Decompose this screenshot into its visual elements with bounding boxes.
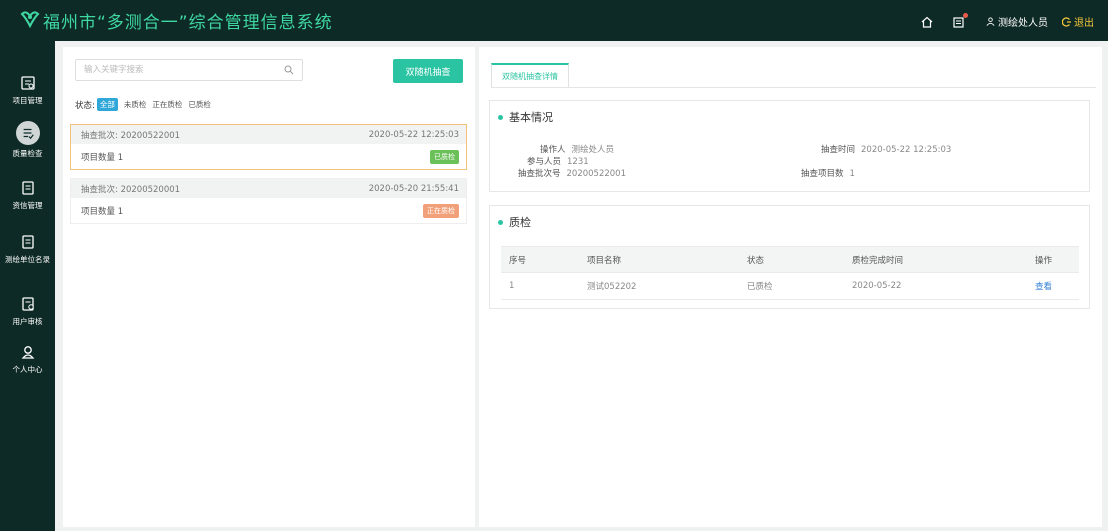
logout-icon xyxy=(1062,16,1071,27)
field-label: 抽查项目数 xyxy=(801,169,844,179)
filter-unchecked[interactable]: 未质检 xyxy=(124,99,147,110)
field-value: 1231 xyxy=(567,157,589,167)
batch-card[interactable]: 抽查批次: 20200522001 2020-05-22 12:25:03 项目… xyxy=(70,124,467,170)
sidebar-item-survey-units[interactable]: 测绘单位名录 xyxy=(0,234,55,265)
participants-field: 参与人员 1231 xyxy=(527,155,589,167)
status-badge: 正在质检 xyxy=(423,203,459,218)
table-header-row: 序号 项目名称 状态 质检完成时间 操作 xyxy=(501,246,1079,273)
user-menu[interactable]: 测绘处人员 xyxy=(986,14,1048,29)
project-count: 项目数量 1 xyxy=(81,152,124,163)
user-name: 测绘处人员 xyxy=(998,18,1048,29)
quality-title: 质检 xyxy=(498,214,531,230)
basic-info-section: 基本情况 操作人 测绘处人员 参与人员 1231 抽查批次号 20200522001 … xyxy=(489,100,1090,192)
filter-checking[interactable]: 正在质检 xyxy=(152,99,182,110)
batch-number-field: 抽查批次号 20200522001 xyxy=(518,167,626,179)
project-count-field: 抽查项目数 1 xyxy=(801,167,855,179)
sidebar-item-project[interactable]: 项目管理 xyxy=(0,75,55,106)
sidebar-item-personal[interactable]: 个人中心 xyxy=(0,344,55,375)
sidebar-item-quality-check[interactable]: 质量检查 xyxy=(0,121,55,159)
quality-section: 质检 序号 项目名称 状态 质检完成时间 操作 1 测试052202 已质检 2… xyxy=(489,205,1090,309)
bullet-dot xyxy=(498,219,503,225)
detail-panel: 双随机抽查详情 基本情况 操作人 测绘处人员 参与人员 1231 抽查批次号 2020… xyxy=(479,47,1102,527)
random-check-button[interactable]: 双随机抽查 xyxy=(393,59,463,83)
field-label: 抽查批次号 xyxy=(518,169,561,179)
user-icon xyxy=(986,17,995,26)
home-icon[interactable] xyxy=(920,15,934,29)
field-value: 1 xyxy=(849,169,855,179)
search-icon[interactable] xyxy=(284,65,294,75)
checklist-icon xyxy=(23,128,34,140)
col-time: 质检完成时间 xyxy=(844,246,1027,273)
status-badge: 已质检 xyxy=(430,149,459,164)
top-bar: 福州市“多测合一”综合管理信息系统 测绘处人员 退出 xyxy=(0,0,1108,41)
batch-number: 抽查批次: 20200522001 xyxy=(81,130,181,141)
sidebar: 项目管理 质量检查 资信管理 测绘单位名录 用户审核 个人中心 xyxy=(0,41,55,531)
document-icon xyxy=(21,181,34,195)
document-icon xyxy=(21,235,34,249)
user-icon xyxy=(21,346,34,359)
message-icon[interactable] xyxy=(952,12,968,29)
operator-field: 操作人 测绘处人员 xyxy=(540,143,614,155)
field-value: 测绘处人员 xyxy=(571,145,615,155)
field-label: 参与人员 xyxy=(527,157,562,167)
app-title: 福州市“多测合一”综合管理信息系统 xyxy=(43,13,333,33)
basic-info-title: 基本情况 xyxy=(498,109,553,125)
project-icon xyxy=(20,76,35,90)
cell-no: 1 xyxy=(501,272,579,300)
tab-divider xyxy=(491,87,1096,88)
batch-time: 2020-05-20 21:55:41 xyxy=(368,183,459,194)
batch-list-panel: 双随机抽查 状态: 全部 未质检 正在质检 已质检 抽查批次: 20200522… xyxy=(63,47,475,527)
batch-time: 2020-05-22 12:25:03 xyxy=(368,129,459,140)
section-title-text: 基本情况 xyxy=(509,111,553,124)
sidebar-item-credit[interactable]: 资信管理 xyxy=(0,180,55,211)
bullet-dot xyxy=(498,114,503,120)
filter-checked[interactable]: 已质检 xyxy=(188,99,211,110)
status-filter: 状态: 全部 未质检 正在质检 已质检 xyxy=(75,98,211,111)
filter-all[interactable]: 全部 xyxy=(96,98,118,111)
search-input[interactable] xyxy=(76,60,276,80)
batch-card[interactable]: 抽查批次: 20200520001 2020-05-20 21:55:41 项目… xyxy=(70,178,467,224)
section-title-text: 质检 xyxy=(509,216,531,229)
field-value: 2020-05-22 12:25:03 xyxy=(861,145,952,155)
table-row: 1 测试052202 已质检 2020-05-22 查看 xyxy=(501,272,1079,300)
search-box xyxy=(75,59,303,81)
cell-status: 已质检 xyxy=(739,272,844,300)
col-name: 项目名称 xyxy=(579,246,739,273)
field-label: 抽查时间 xyxy=(821,145,856,155)
batch-number: 抽查批次: 20200520001 xyxy=(81,184,181,195)
user-audit-icon xyxy=(21,297,34,311)
cell-name: 测试052202 xyxy=(579,272,739,300)
col-status: 状态 xyxy=(739,246,844,273)
view-link[interactable]: 查看 xyxy=(1035,282,1052,292)
field-label: 操作人 xyxy=(540,145,566,155)
project-count: 项目数量 1 xyxy=(81,206,124,217)
field-value: 20200522001 xyxy=(566,169,627,179)
sidebar-item-user-audit[interactable]: 用户审核 xyxy=(0,296,55,327)
logo-icon xyxy=(20,11,40,28)
logout-button[interactable]: 退出 xyxy=(1062,14,1094,29)
col-no: 序号 xyxy=(501,246,579,273)
status-label: 状态: xyxy=(75,100,95,111)
col-action: 操作 xyxy=(1027,246,1079,273)
cell-action: 查看 xyxy=(1027,272,1079,300)
tab-random-check-detail[interactable]: 双随机抽查详情 xyxy=(491,63,569,87)
check-time-field: 抽查时间 2020-05-22 12:25:03 xyxy=(821,143,951,155)
notification-dot xyxy=(963,12,968,18)
cell-time: 2020-05-22 xyxy=(844,272,1027,300)
quality-table: 序号 项目名称 状态 质检完成时间 操作 1 测试052202 已质检 2020… xyxy=(501,246,1079,300)
